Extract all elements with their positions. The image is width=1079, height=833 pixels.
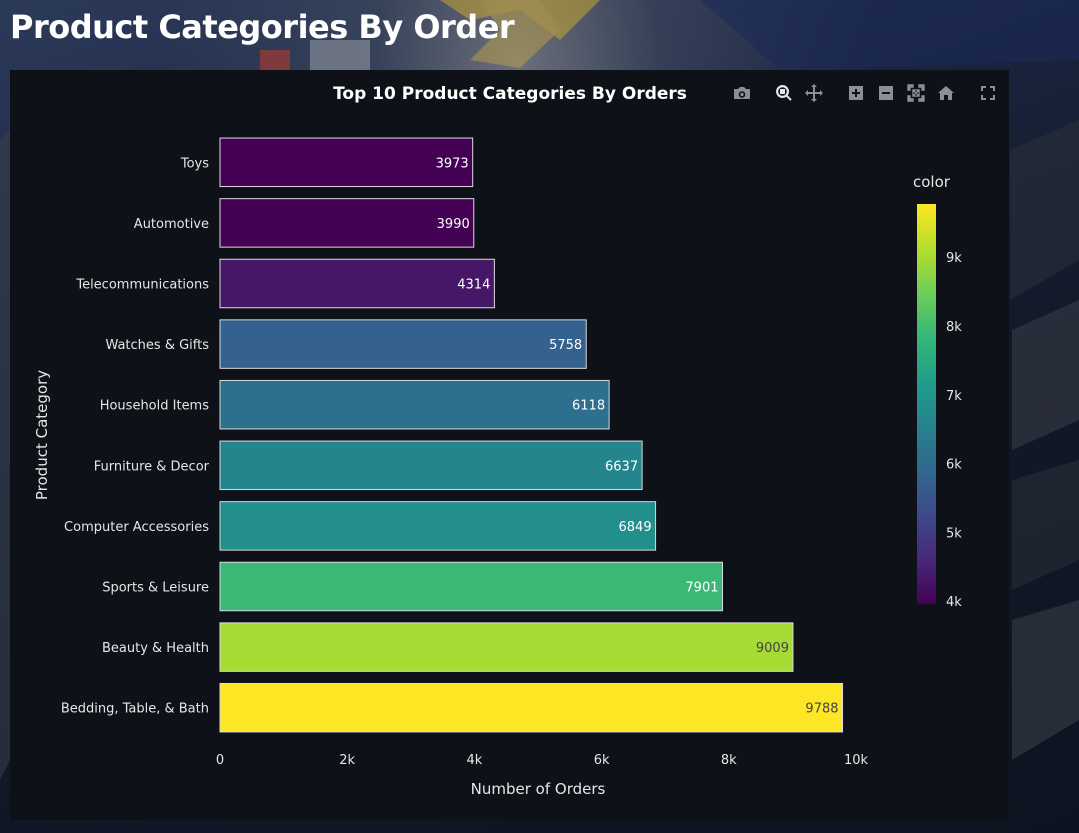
- bar-value-label: 6637: [605, 459, 638, 474]
- bar[interactable]: [219, 258, 495, 309]
- autoscale-icon[interactable]: [903, 82, 929, 104]
- colorbar-tick-label: 7k: [946, 389, 962, 404]
- chart-title: Top 10 Product Categories By Orders: [333, 84, 687, 104]
- colorbar-tick-label: 8k: [946, 320, 962, 335]
- x-tick-label: 6k: [594, 753, 610, 768]
- bar-value-label: 5758: [549, 338, 582, 353]
- y-tick-label: Toys: [180, 156, 209, 171]
- colorbar-tick-label: 9k: [946, 251, 962, 266]
- chart-panel[interactable]: Top 10 Product Categories By Orders 3973 T…: [10, 70, 1009, 820]
- x-tick-label: 10k: [844, 753, 869, 768]
- bar[interactable]: [219, 682, 844, 733]
- bar-value-label: 7901: [685, 581, 718, 596]
- home-icon[interactable]: [933, 82, 959, 104]
- y-tick-label: Automotive: [134, 217, 209, 232]
- chart-modebar: [729, 82, 1001, 104]
- bar[interactable]: [219, 319, 587, 369]
- page-title: Product Categories By Order: [10, 8, 515, 46]
- bar-value-label: 3990: [437, 217, 470, 232]
- y-tick-label: Watches & Gifts: [105, 338, 209, 353]
- zoom-icon[interactable]: [771, 82, 797, 104]
- fullscreen-icon[interactable]: [975, 82, 1001, 104]
- bar-value-label: 3973: [436, 156, 469, 171]
- bar-value-label: 6849: [619, 520, 652, 535]
- y-axis-label: Product Category: [33, 370, 51, 500]
- y-tick-label: Sports & Leisure: [102, 581, 209, 596]
- camera-icon[interactable]: [729, 82, 755, 104]
- y-tick-label: Household Items: [100, 399, 210, 414]
- y-tick-label: Bedding, Table, & Bath: [61, 702, 209, 717]
- bar-value-label: 4314: [457, 278, 490, 293]
- y-tick-label: Beauty & Health: [102, 641, 209, 656]
- pan-icon[interactable]: [801, 82, 827, 104]
- bar[interactable]: [219, 440, 643, 491]
- zoom-out-icon[interactable]: [873, 82, 899, 104]
- bar[interactable]: [219, 379, 610, 430]
- bar[interactable]: [219, 622, 794, 672]
- colorbar-tick-label: 5k: [946, 526, 962, 541]
- x-tick-label: 2k: [339, 753, 355, 768]
- bar[interactable]: [219, 501, 657, 551]
- x-tick-label: 8k: [721, 753, 737, 768]
- bar-value-label: 9788: [805, 702, 838, 717]
- y-tick-label: Furniture & Decor: [94, 459, 210, 474]
- x-tick-label: 0: [216, 753, 224, 768]
- bar[interactable]: [219, 561, 724, 612]
- zoom-in-icon[interactable]: [843, 82, 869, 104]
- colorbar-tick-label: 6k: [946, 458, 962, 473]
- bar-value-label: 6118: [572, 399, 605, 414]
- x-axis-label: Number of Orders: [471, 780, 606, 798]
- y-tick-label: Computer Accessories: [64, 520, 209, 535]
- colorbar-tick-label: 4k: [946, 595, 962, 610]
- colorbar-title: color: [913, 173, 951, 191]
- bar-chart[interactable]: Top 10 Product Categories By Orders 3973 T…: [10, 70, 1009, 820]
- x-tick-label: 4k: [466, 753, 482, 768]
- colorbar: [917, 204, 936, 604]
- y-tick-label: Telecommunications: [75, 278, 209, 293]
- bar-value-label: 9009: [756, 641, 789, 656]
